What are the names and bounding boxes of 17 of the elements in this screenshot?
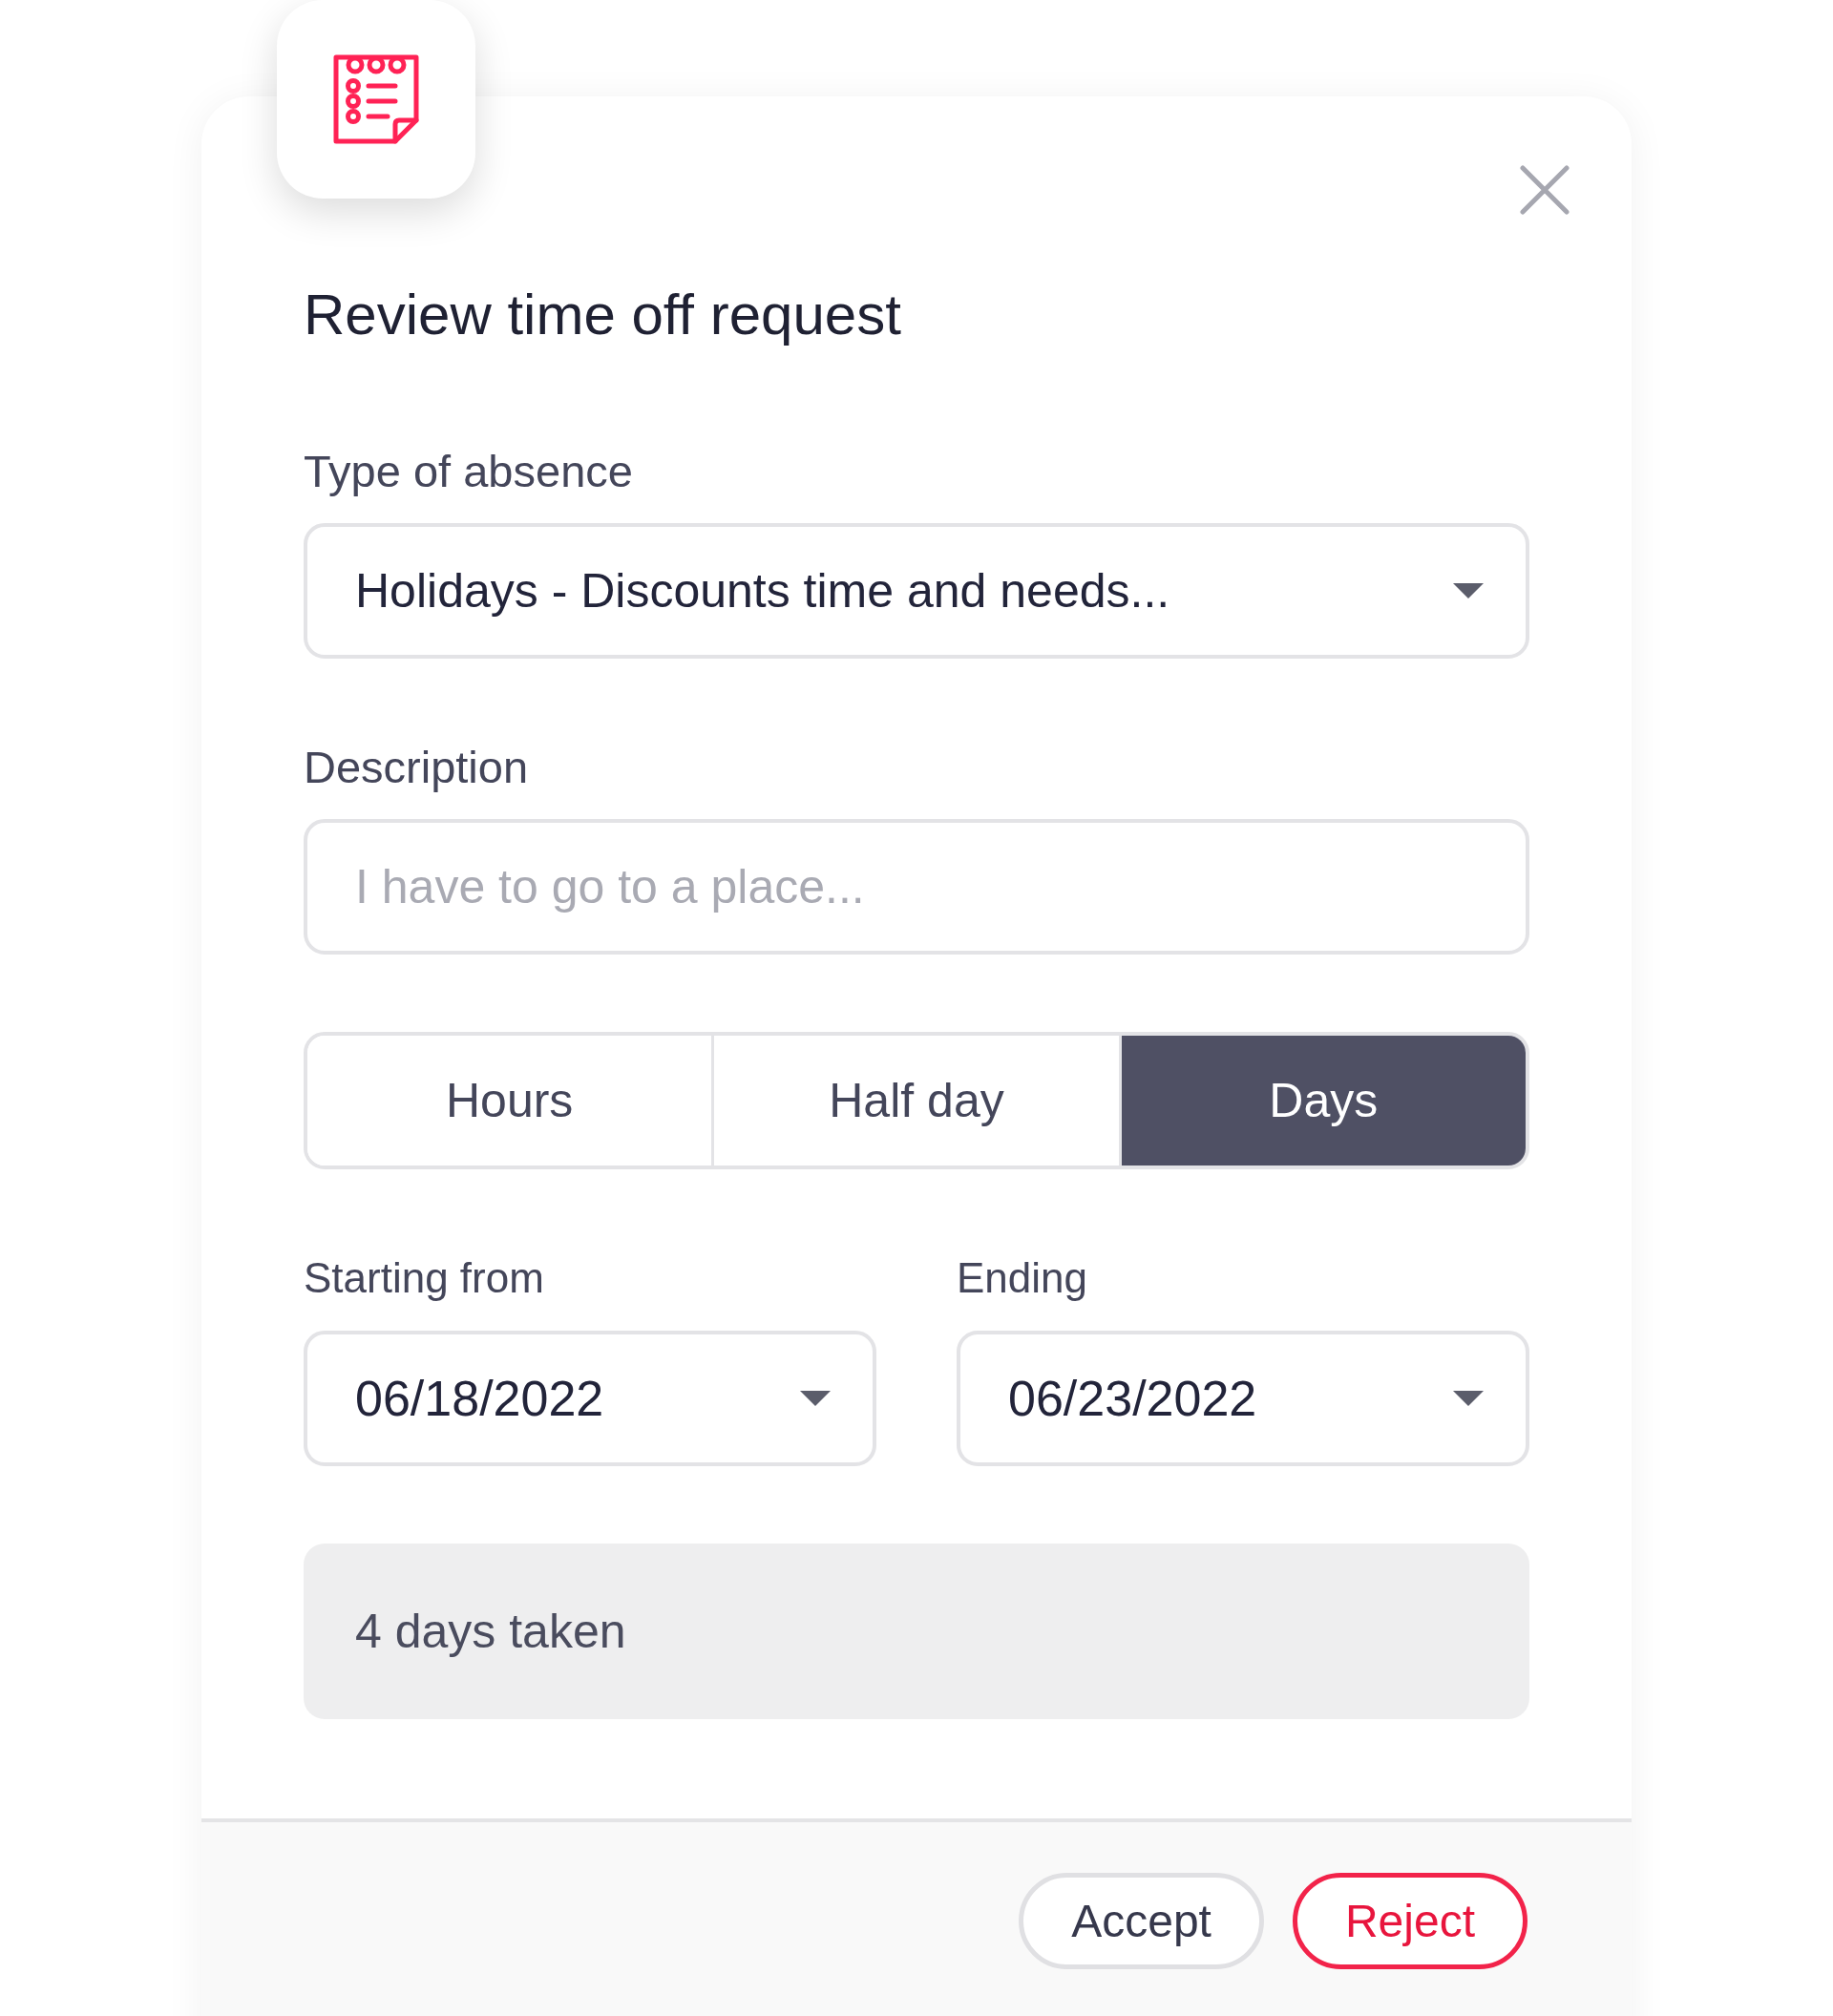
description-field[interactable]: I have to go to a place... xyxy=(304,819,1529,955)
dialog-title: Review time off request xyxy=(304,282,902,348)
field-label: Description xyxy=(304,741,530,794)
reject-button[interactable]: Reject xyxy=(1292,1873,1528,1969)
field-label: Type of absence xyxy=(304,445,634,498)
duration-option[interactable]: Days xyxy=(1118,1036,1526,1166)
dropdown-caret-icon xyxy=(800,1391,831,1406)
close-button[interactable] xyxy=(1520,165,1570,215)
dropdown-caret-icon xyxy=(1453,583,1484,598)
days-summary: 4 days taken xyxy=(304,1544,1529,1719)
field-label: Ending xyxy=(957,1253,1088,1303)
field-label: Starting from xyxy=(304,1253,545,1303)
accept-button[interactable]: Accept xyxy=(1019,1873,1264,1969)
absence-type-dropdown[interactable]: Holidays - Discounts time and needs... xyxy=(304,523,1529,659)
end-date-dropdown[interactable]: 06/23/2022 xyxy=(957,1331,1529,1466)
start-date-dropdown[interactable]: 06/18/2022 xyxy=(304,1331,876,1466)
dropdown-caret-icon xyxy=(1453,1391,1484,1406)
